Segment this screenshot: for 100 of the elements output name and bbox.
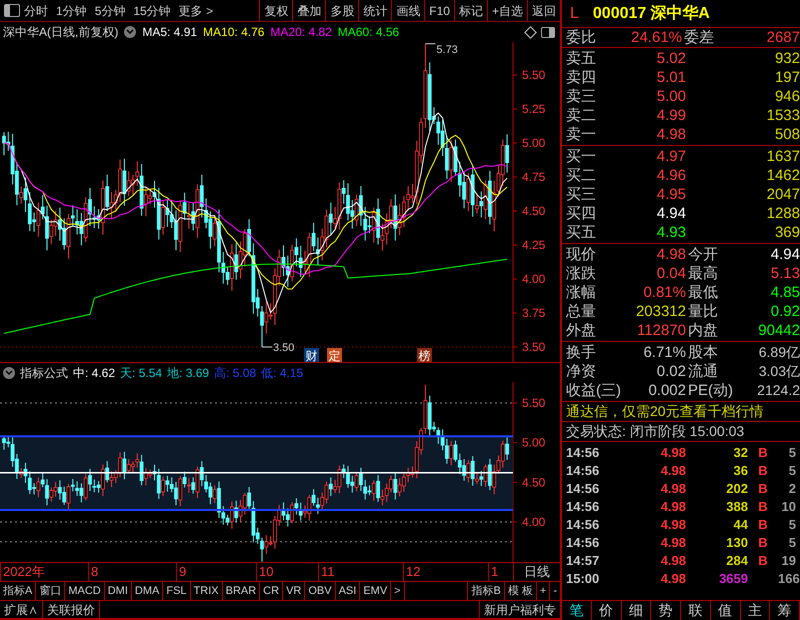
event-marker[interactable]: 榜 [417,348,432,362]
indicator-tab[interactable]: CR [260,582,284,600]
indicator-tab[interactable]: 模 板 [504,582,536,600]
tick-time: 14:56 [566,498,600,516]
indicator-tab[interactable]: EMV [360,582,392,600]
indicator-tab[interactable]: OBV [305,582,336,600]
indicator-tab[interactable]: DMA [132,582,164,600]
period-label: 日线 [513,563,560,581]
order-level-label: 买二 [566,166,597,185]
quote-tab[interactable]: 联 [681,601,711,620]
order-price: 4.94 [656,204,686,223]
order-volume: 2047 [766,185,800,204]
toolbar-button[interactable]: 返回 [527,0,560,21]
quote-label: 委差 [683,28,715,47]
quote-label: 委比 [566,28,597,47]
toolbar-button[interactable]: +自选 [486,0,527,21]
quote-tab[interactable]: 势 [651,601,681,620]
event-marker[interactable]: 财 [304,348,319,362]
toolbar-button[interactable]: 标记 [454,0,487,21]
period-tab[interactable]: 分时 [20,2,52,20]
indicator-tab[interactable]: 指标B [467,582,504,600]
order-level-label: 卖二 [566,106,597,125]
period-tab[interactable]: 15分钟 [129,2,175,20]
bottom-tab[interactable]: 扩展∧ [0,601,43,618]
quote-label: 内盘 [687,321,719,340]
period-tab[interactable]: 更多 > [174,2,218,20]
quote-value: 4.94 [770,245,800,264]
toolbar-button[interactable]: 画线 [391,0,424,21]
time-axis-label: 8 [88,563,176,581]
quote-label: 收益(三) [566,381,622,400]
indicator-tab[interactable]: VR [283,582,306,600]
trading-status: 交易状态: 闭市阶段 15:00:03 [566,422,744,441]
quote-label: 外盘 [566,321,597,340]
event-marker[interactable]: 定 [327,348,342,362]
indicator-value: 低: 4.15 [261,364,304,382]
quote-label: 股本 [687,343,719,362]
moving-average-legend: MA20: 4.82 [270,23,332,41]
indicator-tab[interactable]: 窗口 [36,582,66,600]
quote-tab[interactable]: 笔 [562,601,592,620]
tick-volume: 388 [725,498,748,516]
order-level-label: 买五 [566,223,597,242]
order-volume: 1533 [766,106,800,125]
tick-price: 4.98 [660,444,686,462]
indicator-tab[interactable]: > [391,582,405,600]
toolbar-button[interactable]: F10 [424,0,454,21]
time-axis-label: 2022年 [0,563,88,581]
toolbar-button[interactable]: 复权 [259,0,292,21]
quote-value: 2687 [766,28,800,47]
tick-price: 4.98 [660,480,686,498]
quote-tab[interactable]: 价 [592,601,622,620]
period-tab[interactable]: 1分钟 [52,2,91,20]
tick-volume: 32 [732,444,748,462]
quote-value: 203312 [634,302,686,321]
order-price: 4.99 [656,106,686,125]
indicator-tab[interactable]: 指标A [0,582,36,600]
bottom-tab[interactable]: 关联报价 [43,601,100,618]
tick-side: B [757,480,769,498]
quote-label: 涨幅 [566,283,597,302]
moving-average-legend: MA60: 4.56 [338,23,400,41]
toolbar-button[interactable]: 叠加 [292,0,326,21]
indicator-name: 指标公式 [20,364,68,382]
quote-tab[interactable]: 细 [622,601,652,620]
indicator-value: 天: 5.54 [120,364,162,382]
tick-side: B [757,552,769,570]
tick-time: 15:00 [566,570,600,588]
indicator-tab[interactable]: ASI [336,582,360,600]
quote-label: 净资 [566,362,597,381]
tick-volume: 44 [732,516,748,534]
price-axis-label: 5.25 [522,102,546,116]
promo-banner[interactable]: 通达信，仅需20元查看千档行情 [566,402,764,421]
quote-value: 3.03亿 [758,362,800,381]
moving-average-legend: MA10: 4.76 [203,23,264,41]
order-level-label: 买三 [566,185,597,204]
indicator-tab[interactable]: BRAR [222,582,260,600]
indicator-tab[interactable]: - [549,582,560,600]
order-price: 4.97 [656,147,686,166]
quote-value: 5.13 [770,264,800,283]
period-tab[interactable]: 5分钟 [90,2,130,20]
tick-volume: 202 [725,480,748,498]
quote-tab[interactable]: 筹 [770,601,800,620]
toolbar-button[interactable]: 统计 [358,0,392,21]
promo-link[interactable]: 新用户福利专 [479,601,560,618]
tick-price: 4.98 [660,516,686,534]
indicator-tab[interactable]: FSL [163,582,191,600]
indicator-tab[interactable]: + [536,582,550,600]
price-axis-label: 4.00 [522,514,546,529]
indicator-tab[interactable]: TRIX [190,582,223,600]
quote-tab[interactable]: 值 [710,601,740,620]
price-axis-label: 3.50 [522,340,546,354]
indicator-tab[interactable]: MACD [65,582,105,600]
tick-volume: 284 [725,552,748,570]
quote-label: 流通 [687,362,719,381]
order-level-label: 卖一 [566,125,597,144]
tick-time: 14:56 [566,534,600,552]
indicator-tab[interactable]: DMI [104,582,132,600]
quote-tab[interactable]: 主 [740,601,770,620]
price-axis-label: 5.50 [522,396,546,410]
quote-value: 0.92 [770,302,800,321]
order-level-label: 卖四 [566,68,597,87]
toolbar-button[interactable]: 多股 [325,0,358,21]
